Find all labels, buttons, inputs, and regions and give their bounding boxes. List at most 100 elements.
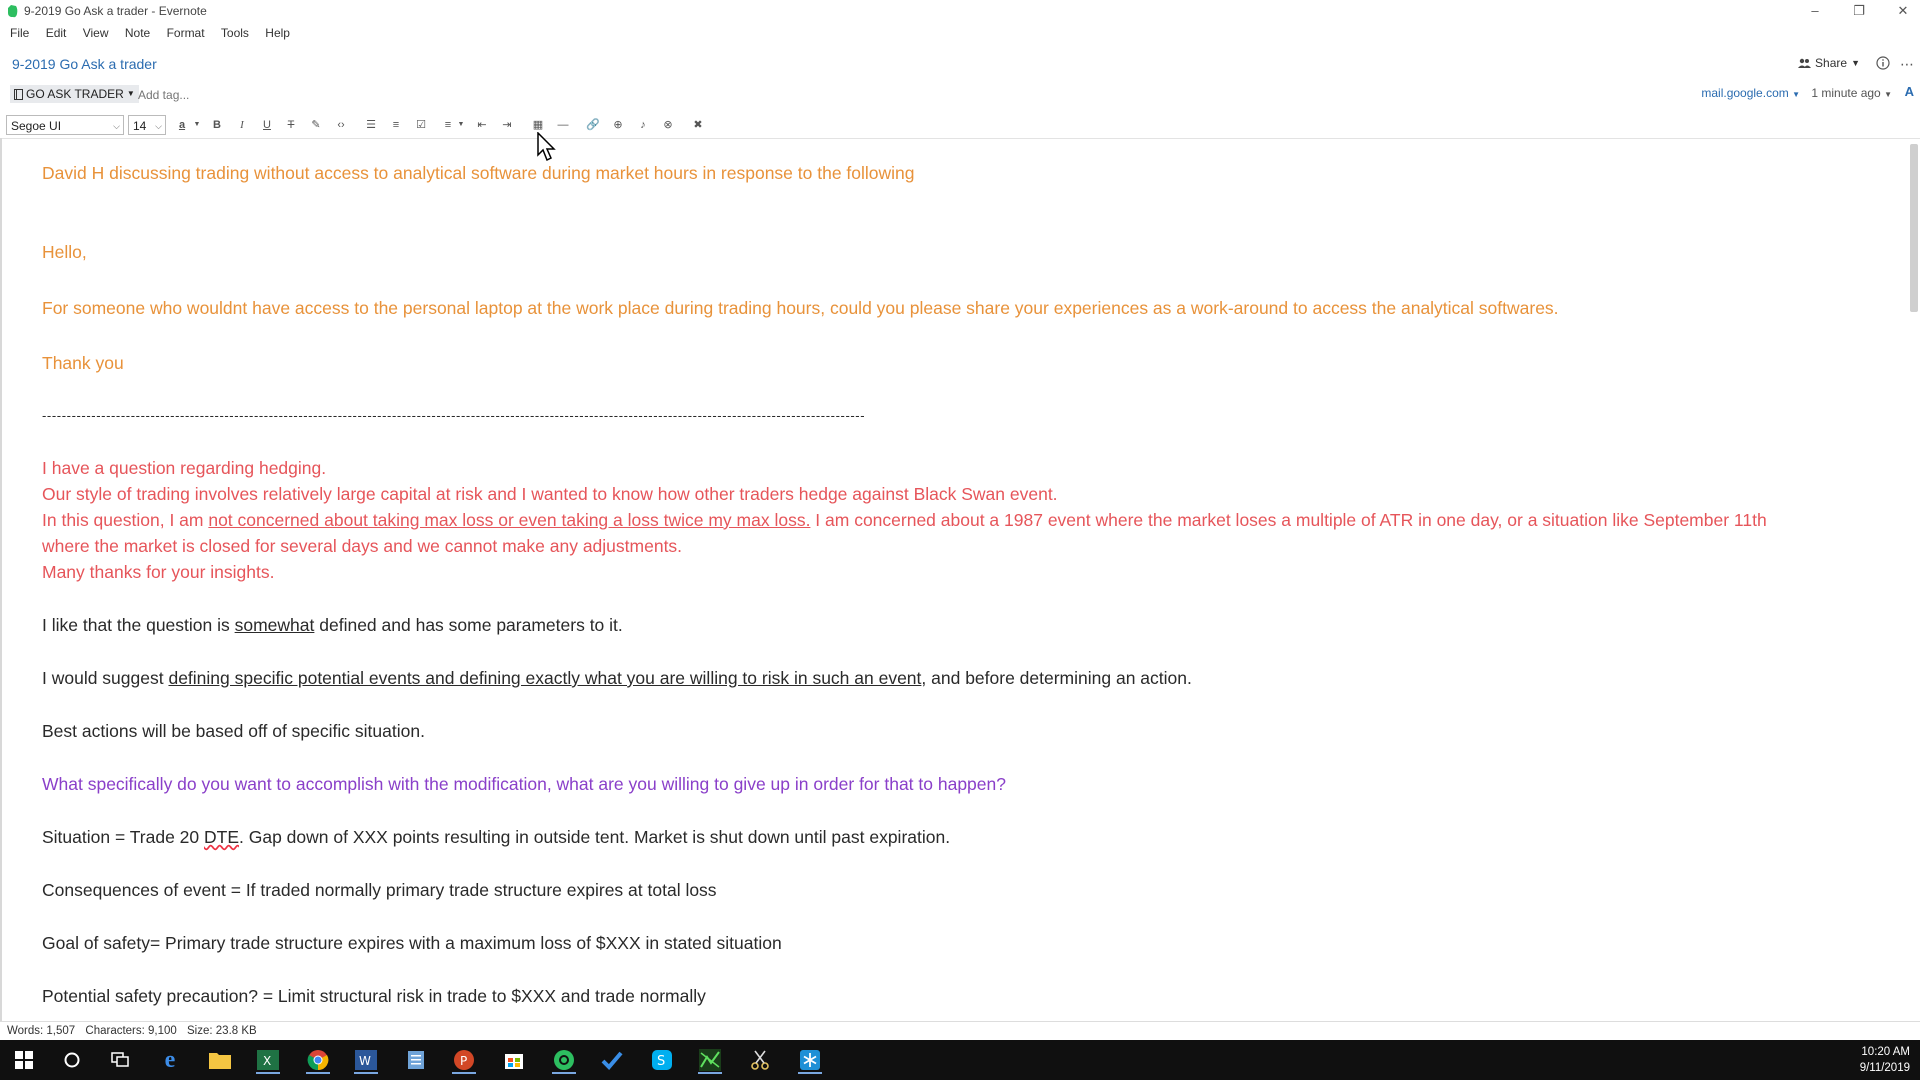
share-button[interactable]: Share ▼ [1798,56,1860,70]
minimize-button[interactable]: – [1792,0,1838,24]
highlight-icon[interactable]: ✎ [308,117,324,133]
taskbar-evernote[interactable] [550,1046,578,1074]
chevron-down-icon[interactable]: ▼ [453,117,469,133]
start-button[interactable] [10,1046,38,1074]
running-indicator [552,1072,576,1074]
numbered-list-icon[interactable]: ≡ [388,117,404,133]
strikethrough-icon[interactable]: T [283,117,299,133]
q2-line4: where the market is closed for several d… [42,536,683,556]
restore-button[interactable]: ❐ [1836,0,1882,24]
windows-logo-icon [15,1051,33,1069]
chart-app-icon [699,1049,721,1071]
running-indicator [354,1072,378,1074]
taskbar-excel[interactable]: X [254,1046,282,1074]
text-span: In this question, I am [42,510,209,530]
q2-line2: Our style of trading involves relatively… [42,484,1058,504]
search-button[interactable] [58,1046,86,1074]
close-button[interactable]: ✕ [1880,0,1920,24]
window-titlebar: 9-2019 Go Ask a trader - Evernote – ❐ ✕ [0,0,1920,24]
vertical-scrollbar[interactable] [1910,144,1918,312]
mouse-cursor-icon [537,132,556,162]
updated-time[interactable]: 1 minute ago ▼ [1811,86,1892,100]
question1-line: For someone who wouldnt have access to t… [42,298,1559,318]
evernote-icon [8,5,18,18]
menu-view[interactable]: View [83,26,109,40]
menu-help[interactable]: Help [265,26,290,40]
chevron-down-icon: ▼ [126,89,135,98]
italic-icon[interactable]: I [234,117,250,133]
system-clock[interactable]: 10:20 AM 9/11/2019 [1860,1044,1910,1076]
q2-line3: In this question, I am not concerned abo… [42,507,1767,533]
taskbar-explorer[interactable] [206,1046,234,1074]
text-span: . Gap down of XXX points resulting in ou… [239,827,951,847]
chevron-down-icon: ▼ [1851,58,1860,68]
table-icon[interactable]: ▦ [530,117,546,133]
menu-edit[interactable]: Edit [46,26,67,40]
font-color-icon[interactable]: a [174,117,190,133]
taskbar-edge[interactable]: e [156,1046,184,1074]
attachment-icon[interactable]: ⊕ [610,117,626,133]
menu-note[interactable]: Note [125,26,150,40]
clear-formatting-icon[interactable]: ✖ [690,117,706,133]
taskbar-word[interactable]: W [352,1046,380,1074]
indent-icon[interactable]: ⇥ [499,117,515,133]
microphone-icon[interactable]: ♪ [635,117,651,133]
taskbar-store[interactable] [500,1046,528,1074]
char-count: Characters: 9,100 [85,1025,177,1037]
font-size-select[interactable]: 14 ⌵ [128,115,166,135]
font-family-select[interactable]: Segoe UI ⌵ [6,115,124,135]
taskbar-snipping[interactable] [746,1046,774,1074]
scissors-icon [751,1050,769,1070]
q2-line5: Many thanks for your insights. [42,562,275,582]
status-bar: Words: 1,507 Characters: 9,100 Size: 23.… [0,1021,1920,1040]
svg-text:W: W [359,1054,371,1068]
precaution-line: Potential safety precaution? = Limit str… [42,986,706,1006]
text-span: Situation = Trade 20 [42,827,204,847]
answer1-line: I like that the question is somewhat def… [42,612,623,638]
answer4-line: What specifically do you want to accompl… [42,774,1006,794]
horizontal-rule-icon[interactable]: — [555,117,571,133]
menu-format[interactable]: Format [167,26,205,40]
chevron-down-icon[interactable]: ▼ [189,117,205,133]
note-title[interactable]: 9-2019 Go Ask a trader [12,56,157,72]
taskbar-notepad[interactable] [402,1046,430,1074]
goal-line: Goal of safety= Primary trade structure … [42,933,782,953]
code-icon[interactable]: ‹› [333,117,349,133]
encrypt-icon[interactable]: ⊗ [660,117,676,133]
underline-icon[interactable]: U [259,117,275,133]
text-span: defined and has some parameters to it. [314,615,623,635]
menu-file[interactable]: File [10,26,29,40]
taskbar-trading-app[interactable] [696,1046,724,1074]
share-label: Share [1815,56,1848,70]
outdent-icon[interactable]: ⇤ [474,117,490,133]
word-count: Words: 1,507 [7,1025,76,1037]
taskbar-powerpoint[interactable]: P [450,1046,478,1074]
taskbar-skype[interactable]: S [648,1046,676,1074]
task-view-button[interactable] [106,1046,134,1074]
notebook-selector[interactable]: GO ASK TRADER ▼ [10,85,139,103]
chevron-down-icon: ⌵ [155,121,162,131]
bullet-list-icon[interactable]: ☰ [363,117,379,133]
powerpoint-icon: P [454,1050,474,1070]
taskbar-snowflake-app[interactable] [796,1046,824,1074]
text-style-icon[interactable]: A [1905,84,1914,99]
store-icon [505,1054,523,1069]
people-icon [1798,58,1812,68]
add-tag-input[interactable] [136,85,260,105]
folder-icon [209,1053,231,1069]
thanks-line: Thank you [42,353,124,373]
window-title: 9-2019 Go Ask a trader - Evernote [24,4,207,18]
bold-icon[interactable]: B [209,117,225,133]
more-options-icon[interactable]: ⋯ [1900,56,1914,73]
link-icon[interactable]: 🔗 [585,117,601,133]
info-icon[interactable] [1876,56,1890,70]
taskbar-todo[interactable] [598,1046,626,1074]
running-indicator [306,1072,330,1074]
skype-icon: S [652,1050,672,1070]
source-url-link[interactable]: mail.google.com ▼ [1701,86,1800,100]
checkbox-icon[interactable]: ☑ [413,117,429,133]
menu-tools[interactable]: Tools [221,26,249,40]
taskbar-chrome[interactable] [304,1046,332,1074]
source-url: mail.google.com [1701,86,1789,100]
snowflake-icon [800,1050,820,1070]
